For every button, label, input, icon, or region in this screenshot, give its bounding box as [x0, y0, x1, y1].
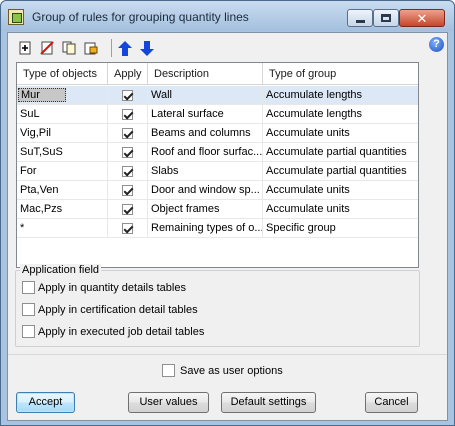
- apply-checkbox[interactable]: [122, 108, 133, 120]
- window-title: Group of rules for grouping quantity lin…: [32, 10, 249, 24]
- minimize-icon: [355, 19, 365, 23]
- column-header-group[interactable]: Type of group: [263, 63, 418, 85]
- cell-description[interactable]: Beams and columns: [148, 124, 263, 142]
- app-icon: [8, 9, 24, 25]
- cell-group[interactable]: Accumulate units: [263, 124, 418, 142]
- new-icon: [19, 41, 31, 55]
- quantity-details-label: Apply in quantity details tables: [38, 281, 186, 294]
- certification-details-label: Apply in certification detail tables: [38, 303, 198, 316]
- cell-type[interactable]: Mac,Pzs: [17, 200, 108, 218]
- cell-group[interactable]: Accumulate lengths: [263, 105, 418, 123]
- table-row[interactable]: Mur Wall Accumulate lengths: [17, 86, 418, 105]
- apply-checkbox[interactable]: [122, 222, 133, 234]
- quantity-details-checkbox[interactable]: [22, 281, 35, 294]
- column-header-type[interactable]: Type of objects: [17, 63, 108, 85]
- cell-group[interactable]: Accumulate units: [263, 181, 418, 199]
- user-values-button[interactable]: User values: [128, 392, 209, 413]
- save-user-options[interactable]: Save as user options: [162, 364, 283, 377]
- cell-group[interactable]: Specific group: [263, 219, 418, 237]
- column-header-apply[interactable]: Apply: [108, 63, 148, 85]
- apply-checkbox[interactable]: [122, 203, 133, 215]
- cell-description[interactable]: Slabs: [148, 162, 263, 180]
- cell-type[interactable]: SuL: [17, 105, 108, 123]
- table-row[interactable]: Pta,Ven Door and window sp... Accumulate…: [17, 181, 418, 200]
- default-settings-button[interactable]: Default settings: [221, 392, 316, 413]
- move-up-icon: [118, 40, 132, 56]
- footer-divider: [8, 354, 447, 355]
- cell-description[interactable]: Door and window sp...: [148, 181, 263, 199]
- cell-group[interactable]: Accumulate lengths: [263, 86, 418, 104]
- copy-row-button[interactable]: [60, 39, 78, 57]
- accept-button[interactable]: Accept: [16, 392, 75, 413]
- apply-checkbox[interactable]: [122, 184, 133, 196]
- table-header: Type of objects Apply Description Type o…: [17, 63, 418, 85]
- cell-type[interactable]: Pta,Ven: [17, 181, 108, 199]
- cell-type[interactable]: SuT,SuS: [17, 143, 108, 161]
- cell-description[interactable]: Object frames: [148, 200, 263, 218]
- cell-description[interactable]: Wall: [148, 86, 263, 104]
- cell-type[interactable]: Vig,Pil: [17, 124, 108, 142]
- cell-type[interactable]: Mur: [18, 88, 66, 102]
- move-up-button[interactable]: [116, 39, 134, 57]
- cell-group[interactable]: Accumulate units: [263, 200, 418, 218]
- toolbar-separator: [111, 39, 112, 57]
- cancel-button[interactable]: Cancel: [365, 392, 418, 413]
- apply-checkbox[interactable]: [122, 89, 133, 101]
- cell-group[interactable]: Accumulate partial quantities: [263, 143, 418, 161]
- cell-description[interactable]: Lateral surface: [148, 105, 263, 123]
- edit-row-button[interactable]: [82, 39, 100, 57]
- dialog-window: Group of rules for grouping quantity lin…: [0, 0, 455, 426]
- cell-group[interactable]: Accumulate partial quantities: [263, 162, 418, 180]
- cell-description[interactable]: Roof and floor surfac...: [148, 143, 263, 161]
- table-row[interactable]: Vig,Pil Beams and columns Accumulate uni…: [17, 124, 418, 143]
- table-row[interactable]: Mac,Pzs Object frames Accumulate units: [17, 200, 418, 219]
- title-bar[interactable]: Group of rules for grouping quantity lin…: [1, 1, 454, 31]
- certification-details-option[interactable]: Apply in certification detail tables: [22, 303, 198, 316]
- close-button[interactable]: ✕: [399, 9, 445, 27]
- new-row-button[interactable]: [16, 39, 34, 57]
- delete-icon: [40, 41, 54, 55]
- application-field-group: Application field Apply in quantity deta…: [15, 264, 420, 347]
- edit-icon: [84, 42, 98, 55]
- cell-type[interactable]: *: [17, 219, 108, 237]
- certification-details-checkbox[interactable]: [22, 303, 35, 316]
- save-user-options-checkbox[interactable]: [162, 364, 175, 377]
- executed-job-details-label: Apply in executed job detail tables: [38, 325, 205, 338]
- maximize-icon: [381, 14, 391, 22]
- cell-description[interactable]: Remaining types of o...: [148, 219, 263, 237]
- maximize-button[interactable]: [373, 9, 399, 27]
- executed-job-details-option[interactable]: Apply in executed job detail tables: [22, 325, 204, 338]
- application-field-title: Application field: [20, 264, 102, 276]
- move-down-button[interactable]: [138, 39, 156, 57]
- close-icon: ✕: [416, 10, 428, 26]
- delete-row-button[interactable]: [38, 39, 56, 57]
- copy-icon: [62, 41, 76, 55]
- dialog-body: ? Type of objects Apply Description Type…: [7, 32, 448, 421]
- apply-checkbox[interactable]: [122, 165, 133, 177]
- table-row[interactable]: * Remaining types of o... Specific group: [17, 219, 418, 238]
- table-row[interactable]: SuL Lateral surface Accumulate lengths: [17, 105, 418, 124]
- table-row[interactable]: SuT,SuS Roof and floor surfac... Accumul…: [17, 143, 418, 162]
- minimize-button[interactable]: [347, 9, 373, 27]
- quantity-details-option[interactable]: Apply in quantity details tables: [22, 281, 186, 294]
- cell-type[interactable]: For: [17, 162, 108, 180]
- save-user-options-label: Save as user options: [180, 364, 283, 377]
- rules-table[interactable]: Type of objects Apply Description Type o…: [16, 62, 419, 268]
- move-down-icon: [140, 40, 154, 56]
- executed-job-details-checkbox[interactable]: [22, 325, 35, 338]
- apply-checkbox[interactable]: [122, 127, 133, 139]
- column-header-description[interactable]: Description: [148, 63, 263, 85]
- help-icon[interactable]: ?: [429, 37, 444, 52]
- apply-checkbox[interactable]: [122, 146, 133, 158]
- table-row[interactable]: For Slabs Accumulate partial quantities: [17, 162, 418, 181]
